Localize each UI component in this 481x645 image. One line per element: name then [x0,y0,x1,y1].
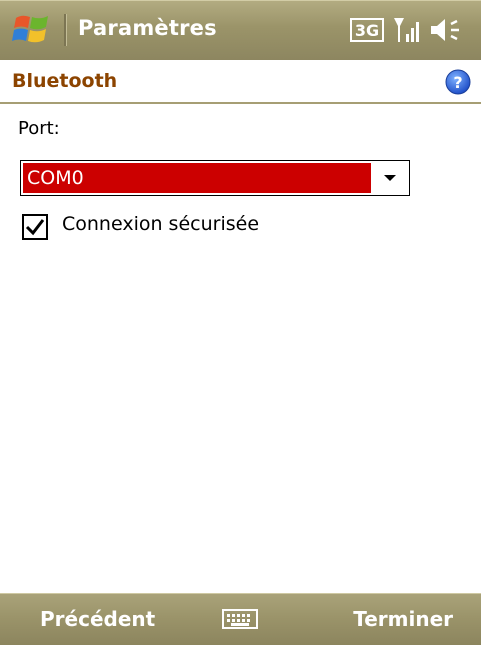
dropdown-button[interactable] [372,163,407,193]
title-separator [64,14,67,46]
page-title: Paramètres [78,16,217,40]
svg-text:?: ? [453,73,462,92]
windows-start-icon[interactable] [12,10,56,50]
network-label: 3G [355,21,379,40]
title-bar: Paramètres 3G [0,0,481,60]
checkmark-icon [25,219,45,236]
port-select[interactable]: COM0 [20,160,410,196]
help-icon[interactable]: ? [445,69,471,95]
signal-icon[interactable] [392,14,420,46]
section-header: Bluetooth ? [0,60,481,102]
secure-connection-checkbox[interactable] [22,214,48,240]
secure-connection-label[interactable]: Connexion sécurisée [62,213,259,235]
port-label: Port: [18,118,60,139]
done-softkey[interactable]: Terminer [353,607,453,631]
3g-icon[interactable]: 3G [350,14,384,46]
speaker-icon[interactable] [428,14,462,46]
keyboard-icon[interactable] [222,607,258,631]
section-title: Bluetooth [12,70,118,92]
chevron-down-icon [384,175,396,181]
back-softkey[interactable]: Précédent [40,607,155,631]
softkey-bar: Précédent Terminer [0,593,481,645]
port-select-value[interactable]: COM0 [23,163,371,193]
section-divider [0,102,481,104]
